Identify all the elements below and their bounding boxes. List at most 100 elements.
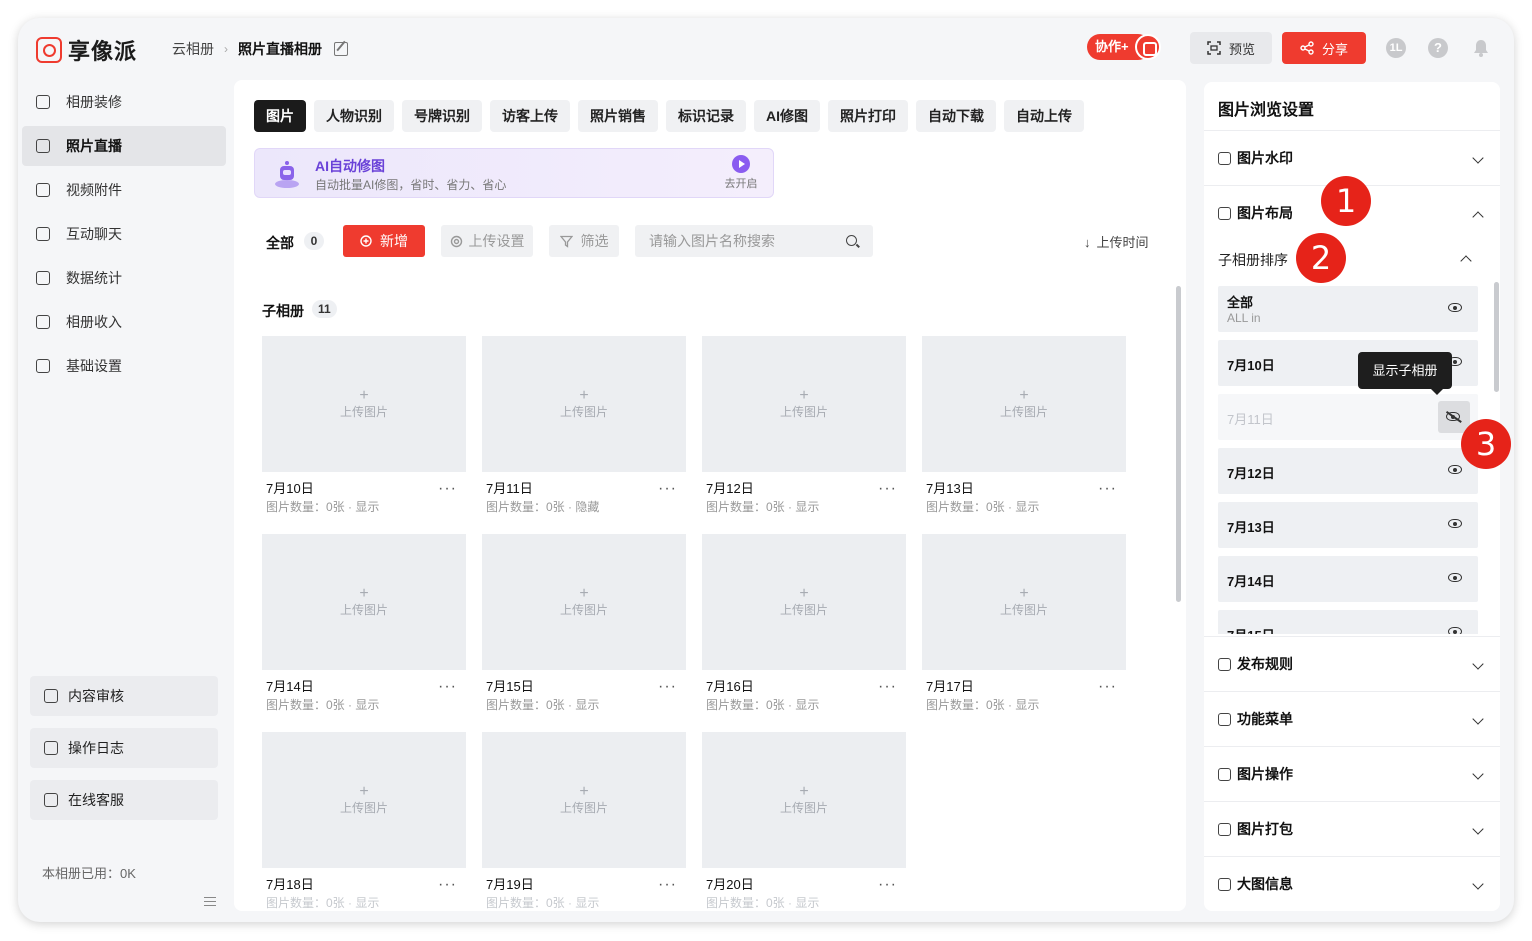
sub-album-card[interactable]: + 上传图片 7月11日 图片数量：0张 · 隐藏 ··· xyxy=(482,336,686,524)
upload-placeholder[interactable]: + 上传图片 xyxy=(482,732,686,868)
settings-section-bottom-4[interactable]: 大图信息 xyxy=(1204,856,1500,911)
share-button[interactable]: 分享 xyxy=(1282,32,1366,64)
ai-retouch-banner[interactable]: AI自动修图 自动批量AI修图，省时、省力、省心 去开启 xyxy=(254,148,774,198)
all-photos-label[interactable]: 全部 xyxy=(266,233,294,253)
more-icon[interactable]: ··· xyxy=(438,481,457,497)
add-button[interactable]: 新增 xyxy=(343,225,425,257)
sub-album-card[interactable]: + 上传图片 7月17日 图片数量：0张 · 显示 ··· xyxy=(922,534,1126,722)
sort-list-item[interactable]: 7月11日 xyxy=(1218,394,1478,440)
user-badge-icon[interactable]: 1L xyxy=(1386,38,1406,58)
chevron-down-icon[interactable] xyxy=(1472,152,1484,164)
sub-album-name: 7月10日 xyxy=(266,481,314,496)
settings-section-bottom-3[interactable]: 图片打包 xyxy=(1204,801,1500,856)
breadcrumb-root[interactable]: 云相册 xyxy=(172,39,214,59)
eye-icon[interactable] xyxy=(1448,519,1462,528)
more-icon[interactable]: ··· xyxy=(438,877,457,893)
tab-3[interactable]: 访客上传 xyxy=(490,100,570,132)
sort-list-item[interactable]: 7月13日 xyxy=(1218,502,1478,548)
settings-section-bottom-0[interactable]: 发布规则 xyxy=(1204,636,1500,691)
chevron-down-icon[interactable] xyxy=(1472,823,1484,835)
search-icon[interactable] xyxy=(846,235,857,246)
chevron-down-icon[interactable] xyxy=(1472,878,1484,890)
more-icon[interactable]: ··· xyxy=(878,679,897,695)
chevron-up-icon[interactable] xyxy=(1472,211,1484,223)
sort-list-scrollbar[interactable] xyxy=(1494,282,1499,392)
upload-placeholder[interactable]: + 上传图片 xyxy=(702,336,906,472)
sub-album-card[interactable]: + 上传图片 7月20日 图片数量：0张 · 显示 ··· xyxy=(702,732,906,911)
main-scrollbar[interactable] xyxy=(1176,286,1181,602)
upload-placeholder[interactable]: + 上传图片 xyxy=(922,534,1126,670)
sort-list-item[interactable]: 7月12日 xyxy=(1218,448,1478,494)
more-icon[interactable]: ··· xyxy=(658,679,677,695)
collapse-sidebar-icon[interactable] xyxy=(204,897,216,906)
collaborator-avatar[interactable] xyxy=(1134,34,1161,60)
more-icon[interactable]: ··· xyxy=(1098,679,1117,695)
tab-5[interactable]: 标识记录 xyxy=(666,100,746,132)
upload-placeholder[interactable]: + 上传图片 xyxy=(262,336,466,472)
chevron-up-icon[interactable] xyxy=(1460,255,1472,267)
sidebar-tool-0[interactable]: 内容审核 xyxy=(30,676,218,716)
settings-section-bottom-1[interactable]: 功能菜单 xyxy=(1204,691,1500,746)
tab-8[interactable]: 自动下载 xyxy=(916,100,996,132)
sidebar-item-2[interactable]: 视频附件 xyxy=(22,170,226,210)
more-icon[interactable]: ··· xyxy=(878,877,897,893)
upload-placeholder[interactable]: + 上传图片 xyxy=(702,732,906,868)
chevron-down-icon[interactable] xyxy=(1472,768,1484,780)
sort-list-item[interactable]: 7月15日 xyxy=(1218,610,1478,634)
search-input[interactable] xyxy=(635,225,873,257)
filter-button[interactable]: 筛选 xyxy=(549,225,619,257)
sub-album-card[interactable]: + 上传图片 7月10日 图片数量：0张 · 显示 ··· xyxy=(262,336,466,524)
more-icon[interactable]: ··· xyxy=(878,481,897,497)
sub-album-card[interactable]: + 上传图片 7月13日 图片数量：0张 · 显示 ··· xyxy=(922,336,1126,524)
tab-6[interactable]: AI修图 xyxy=(754,100,820,132)
tab-0[interactable]: 图片 xyxy=(254,100,306,132)
chevron-down-icon[interactable] xyxy=(1472,713,1484,725)
ai-enable-button[interactable]: 去开启 xyxy=(721,155,761,191)
sub-album-card[interactable]: + 上传图片 7月14日 图片数量：0张 · 显示 ··· xyxy=(262,534,466,722)
sidebar-item-0[interactable]: 相册装修 xyxy=(22,82,226,122)
tab-1[interactable]: 人物识别 xyxy=(314,100,394,132)
collab-group[interactable]: 协作+ xyxy=(1087,34,1161,60)
upload-placeholder[interactable]: + 上传图片 xyxy=(262,732,466,868)
chevron-down-icon[interactable] xyxy=(1472,658,1484,670)
edit-icon[interactable] xyxy=(334,42,348,56)
upload-settings-button[interactable]: 上传设置 xyxy=(441,225,533,257)
more-icon[interactable]: ··· xyxy=(658,877,677,893)
sidebar-tool-1[interactable]: 操作日志 xyxy=(30,728,218,768)
tab-4[interactable]: 照片销售 xyxy=(578,100,658,132)
sub-album-card[interactable]: + 上传图片 7月12日 图片数量：0张 · 显示 ··· xyxy=(702,336,906,524)
sub-album-card[interactable]: + 上传图片 7月18日 图片数量：0张 · 显示 ··· xyxy=(262,732,466,911)
sidebar-tool-2[interactable]: 在线客服 xyxy=(30,780,218,820)
sort-list-item[interactable]: 全部 ALL in xyxy=(1218,286,1478,332)
settings-section-bottom-2[interactable]: 图片操作 xyxy=(1204,746,1500,801)
brand-logo[interactable]: 享像派 xyxy=(36,34,137,66)
sub-album-card[interactable]: + 上传图片 7月15日 图片数量：0张 · 显示 ··· xyxy=(482,534,686,722)
sub-album-card[interactable]: + 上传图片 7月19日 图片数量：0张 · 显示 ··· xyxy=(482,732,686,911)
eye-icon[interactable] xyxy=(1448,627,1462,634)
tab-2[interactable]: 号牌识别 xyxy=(402,100,482,132)
sidebar-item-5[interactable]: 相册收入 xyxy=(22,302,226,342)
tab-9[interactable]: 自动上传 xyxy=(1004,100,1084,132)
preview-button[interactable]: 预览 xyxy=(1190,32,1272,64)
sort-by-upload-time[interactable]: ↓ 上传时间 xyxy=(1084,232,1149,251)
upload-placeholder[interactable]: + 上传图片 xyxy=(262,534,466,670)
eye-icon[interactable] xyxy=(1448,465,1462,474)
sidebar-item-3[interactable]: 互动聊天 xyxy=(22,214,226,254)
sidebar-item-6[interactable]: 基础设置 xyxy=(22,346,226,386)
help-icon[interactable]: ? xyxy=(1428,38,1448,58)
upload-placeholder[interactable]: + 上传图片 xyxy=(482,534,686,670)
more-icon[interactable]: ··· xyxy=(438,679,457,695)
tab-7[interactable]: 照片打印 xyxy=(828,100,908,132)
upload-placeholder[interactable]: + 上传图片 xyxy=(482,336,686,472)
eye-icon[interactable] xyxy=(1448,303,1462,312)
more-icon[interactable]: ··· xyxy=(1098,481,1117,497)
upload-placeholder[interactable]: + 上传图片 xyxy=(702,534,906,670)
eye-icon[interactable] xyxy=(1448,573,1462,582)
bell-icon[interactable] xyxy=(1471,38,1491,58)
sub-album-card[interactable]: + 上传图片 7月16日 图片数量：0张 · 显示 ··· xyxy=(702,534,906,722)
sidebar-item-4[interactable]: 数据统计 xyxy=(22,258,226,298)
sort-list-item[interactable]: 7月14日 xyxy=(1218,556,1478,602)
more-icon[interactable]: ··· xyxy=(658,481,677,497)
upload-placeholder[interactable]: + 上传图片 xyxy=(922,336,1126,472)
sidebar-item-1[interactable]: 照片直播 xyxy=(22,126,226,166)
